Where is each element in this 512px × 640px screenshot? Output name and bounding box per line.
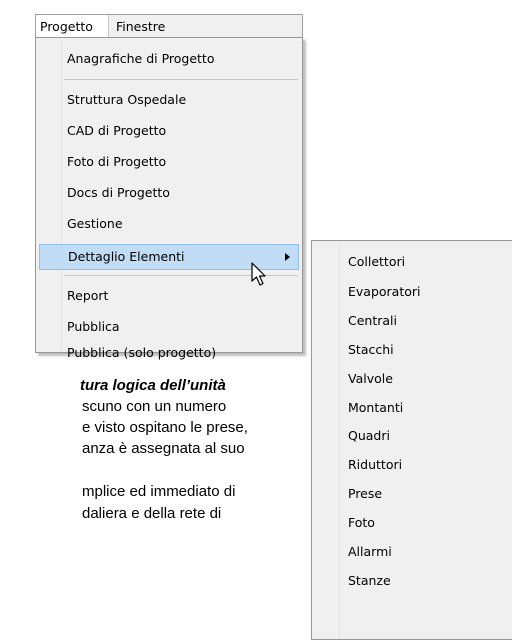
doc-text-line-5: mplice ed immediato di (82, 483, 236, 500)
submenu-item-riduttori[interactable]: Riduttori (315, 452, 512, 478)
doc-text-line-4: anza è assegnata al suo (82, 440, 245, 457)
menu-item-dettaglio-label: Dettaglio Elementi (68, 249, 185, 264)
submenu-item-stanze[interactable]: Stanze (315, 568, 512, 594)
doc-text-line-2: scuno con un numero (82, 398, 227, 415)
submenu-item-montanti[interactable]: Montanti (315, 395, 512, 421)
menu-finestre[interactable]: Finestre (116, 15, 165, 39)
menu-item-anagrafiche[interactable]: Anagrafiche di Progetto (39, 46, 299, 72)
submenu-item-valvole[interactable]: Valvole (315, 366, 512, 392)
progetto-dropdown: Anagrafiche di Progetto Struttura Ospeda… (35, 37, 303, 360)
menu-progetto[interactable]: Progetto (36, 15, 109, 39)
submenu-item-centrali[interactable]: Centrali (315, 308, 512, 334)
menu-item-foto[interactable]: Foto di Progetto (39, 149, 299, 175)
doc-text-line-1: tura logica dell’unità (80, 377, 226, 394)
menu-item-gestione[interactable]: Gestione (39, 211, 299, 237)
doc-text-line-3: e visto ospitano le prese, (82, 419, 248, 436)
menu-bar: Progetto Finestre (35, 14, 303, 39)
menu-separator (64, 79, 298, 80)
submenu-item-evaporatori[interactable]: Evaporatori (315, 279, 512, 305)
dettaglio-elementi-submenu: Collettori Evaporatori Centrali Stacchi … (311, 240, 512, 640)
submenu-item-prese[interactable]: Prese (315, 481, 512, 507)
submenu-item-allarmi[interactable]: Allarmi (315, 539, 512, 565)
submenu-item-quadri[interactable]: Quadri (315, 423, 512, 449)
submenu-item-stacchi[interactable]: Stacchi (315, 337, 512, 363)
menu-item-struttura-ospedale[interactable]: Struttura Ospedale (39, 87, 299, 113)
menu-item-docs[interactable]: Docs di Progetto (39, 180, 299, 206)
submenu-arrow-icon (285, 253, 290, 261)
submenu-item-collettori[interactable]: Collettori (315, 249, 512, 275)
menu-item-cad[interactable]: CAD di Progetto (39, 118, 299, 144)
doc-text-line-6: daliera e della rete di (82, 505, 222, 522)
menu-item-pubblica[interactable]: Pubblica (39, 314, 299, 340)
menu-item-pubblica-solo-progetto[interactable]: Pubblica (solo progetto) (39, 342, 299, 364)
mouse-cursor-icon (251, 262, 266, 286)
submenu-item-foto[interactable]: Foto (315, 510, 512, 536)
